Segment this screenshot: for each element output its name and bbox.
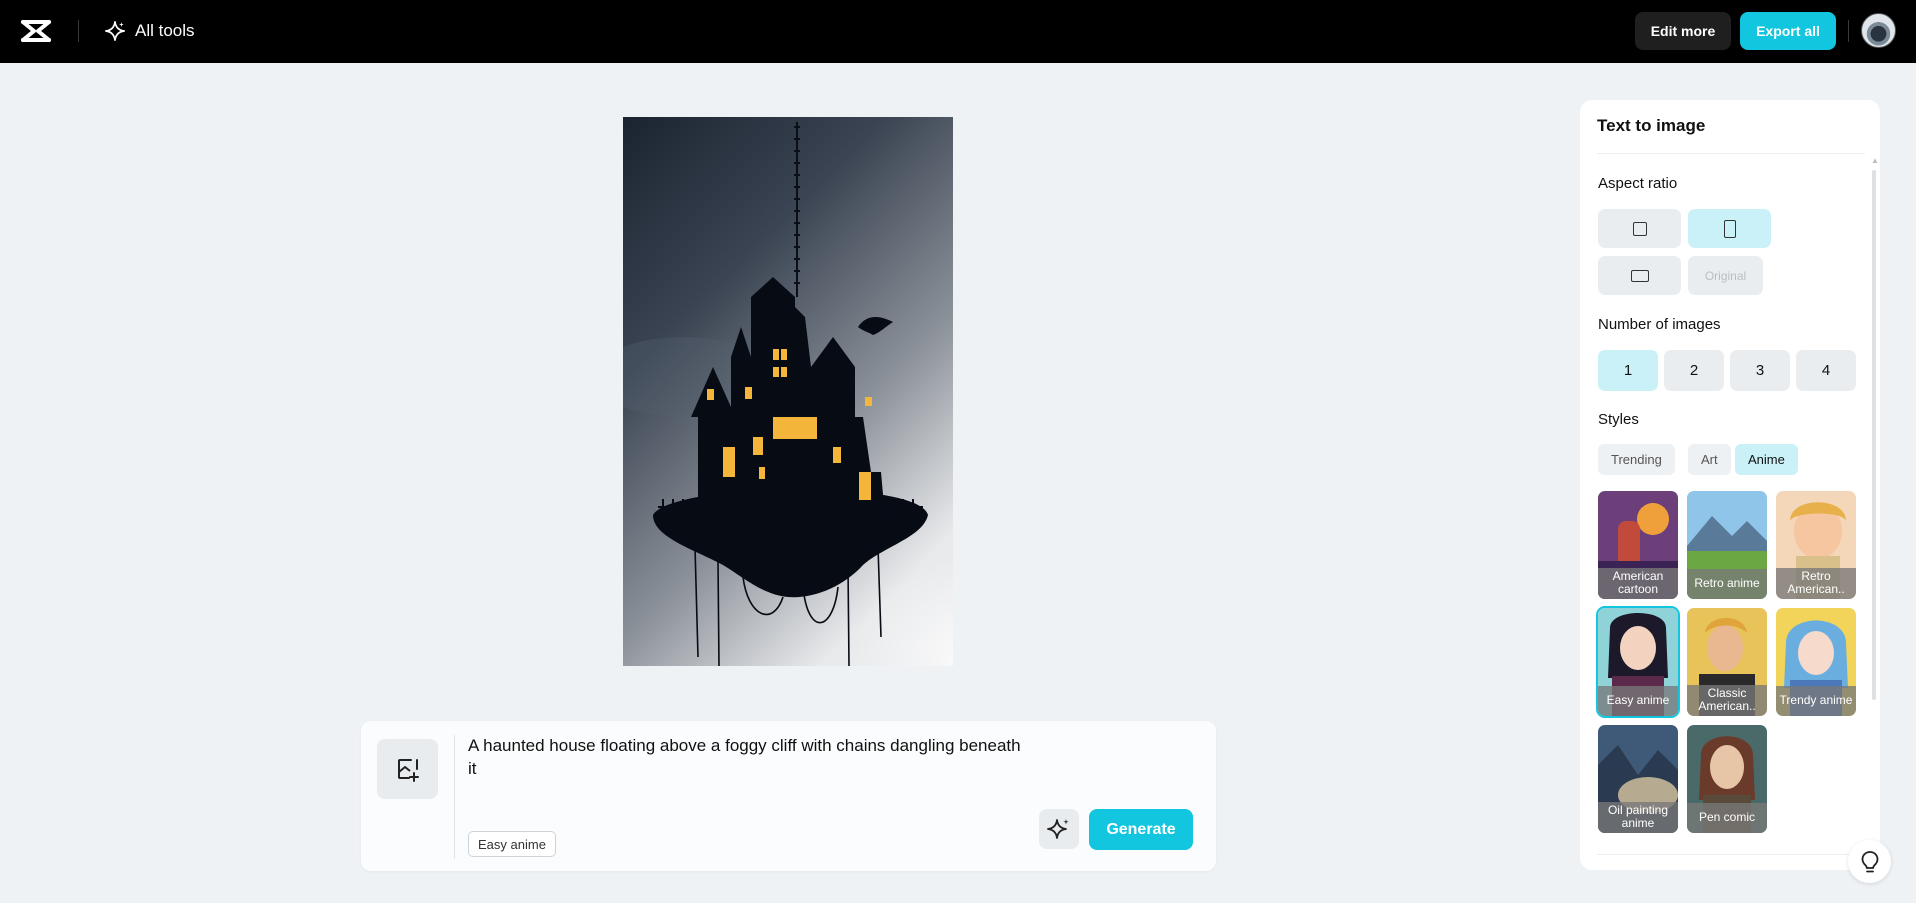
style-card-easy-anime[interactable]: Easy anime: [1596, 606, 1680, 718]
image-count-2-button[interactable]: 2: [1664, 350, 1724, 391]
aspect-portrait-button[interactable]: [1688, 209, 1771, 248]
selected-style-chip[interactable]: Easy anime: [468, 831, 556, 857]
enhance-prompt-button[interactable]: [1039, 809, 1079, 849]
aspect-square-button[interactable]: [1598, 209, 1681, 248]
scroll-up-icon[interactable]: ▲: [1871, 156, 1879, 165]
aspect-ratio-label: Aspect ratio: [1598, 175, 1678, 192]
all-tools-button[interactable]: All tools: [104, 15, 195, 47]
tips-button[interactable]: [1848, 840, 1891, 883]
style-card-oil-painting-anime[interactable]: Oil painting anime: [1598, 725, 1678, 833]
style-card-retro-anime[interactable]: Retro anime: [1687, 491, 1767, 599]
style-card-label: Retro American..: [1776, 568, 1856, 599]
upload-image-button[interactable]: [377, 739, 438, 799]
panel-divider: [1597, 153, 1865, 154]
image-count-3-button[interactable]: 3: [1730, 350, 1790, 391]
number-of-images-label: Number of images: [1598, 316, 1721, 333]
style-card-american-cartoon[interactable]: American cartoon: [1598, 491, 1678, 599]
style-card-retro-american[interactable]: Retro American..: [1776, 491, 1856, 599]
style-card-label: American cartoon: [1598, 568, 1678, 599]
style-card-classic-american[interactable]: Classic American..: [1687, 608, 1767, 716]
style-card-label: Retro anime: [1687, 569, 1767, 599]
header-divider: [78, 20, 79, 42]
lightbulb-icon: [1861, 850, 1878, 872]
styles-label: Styles: [1598, 411, 1639, 428]
text-to-image-panel: Text to image ▲ Aspect ratio Original Nu…: [1580, 100, 1880, 870]
prompt-divider: [454, 735, 455, 859]
prompt-input[interactable]: A haunted house floating above a foggy c…: [468, 734, 1028, 780]
image-add-icon: [397, 759, 419, 782]
image-count-1-button[interactable]: 1: [1598, 350, 1658, 391]
capcut-logo-icon[interactable]: [20, 16, 52, 46]
style-card-label: Pen comic: [1687, 803, 1767, 833]
style-card-label: Easy anime: [1598, 686, 1678, 716]
all-tools-label: All tools: [135, 21, 195, 40]
generate-button[interactable]: Generate: [1089, 809, 1193, 850]
style-card-label: Trendy anime: [1776, 686, 1856, 716]
top-bar: All tools Edit more Export all: [0, 0, 1916, 63]
style-card-label: Classic American..: [1687, 685, 1767, 716]
tab-art[interactable]: Art: [1688, 444, 1731, 475]
user-avatar[interactable]: [1861, 13, 1896, 48]
style-card-pen-comic[interactable]: Pen comic: [1687, 725, 1767, 833]
landscape-ratio-icon: [1630, 269, 1649, 282]
style-card-label: Oil painting anime: [1598, 802, 1678, 833]
panel-title: Text to image: [1597, 116, 1706, 135]
portrait-ratio-icon: [1723, 219, 1736, 238]
generated-image[interactable]: [623, 117, 953, 666]
aspect-original-button: Original: [1688, 256, 1763, 295]
header-divider: [1848, 20, 1849, 42]
tab-anime[interactable]: Anime: [1735, 444, 1798, 475]
image-count-4-button[interactable]: 4: [1796, 350, 1856, 391]
panel-scrollbar[interactable]: [1872, 170, 1876, 700]
square-ratio-icon: [1632, 221, 1647, 236]
aspect-landscape-button[interactable]: [1598, 256, 1681, 295]
style-card-trendy-anime[interactable]: Trendy anime: [1776, 608, 1856, 716]
prompt-panel: A haunted house floating above a foggy c…: [361, 721, 1216, 871]
export-all-button[interactable]: Export all: [1740, 12, 1836, 50]
panel-divider: [1597, 854, 1865, 855]
sparkle-icon: [105, 21, 125, 41]
sparkle-icon: [1047, 819, 1069, 839]
tab-trending[interactable]: Trending: [1598, 444, 1675, 475]
edit-more-button[interactable]: Edit more: [1635, 12, 1731, 50]
